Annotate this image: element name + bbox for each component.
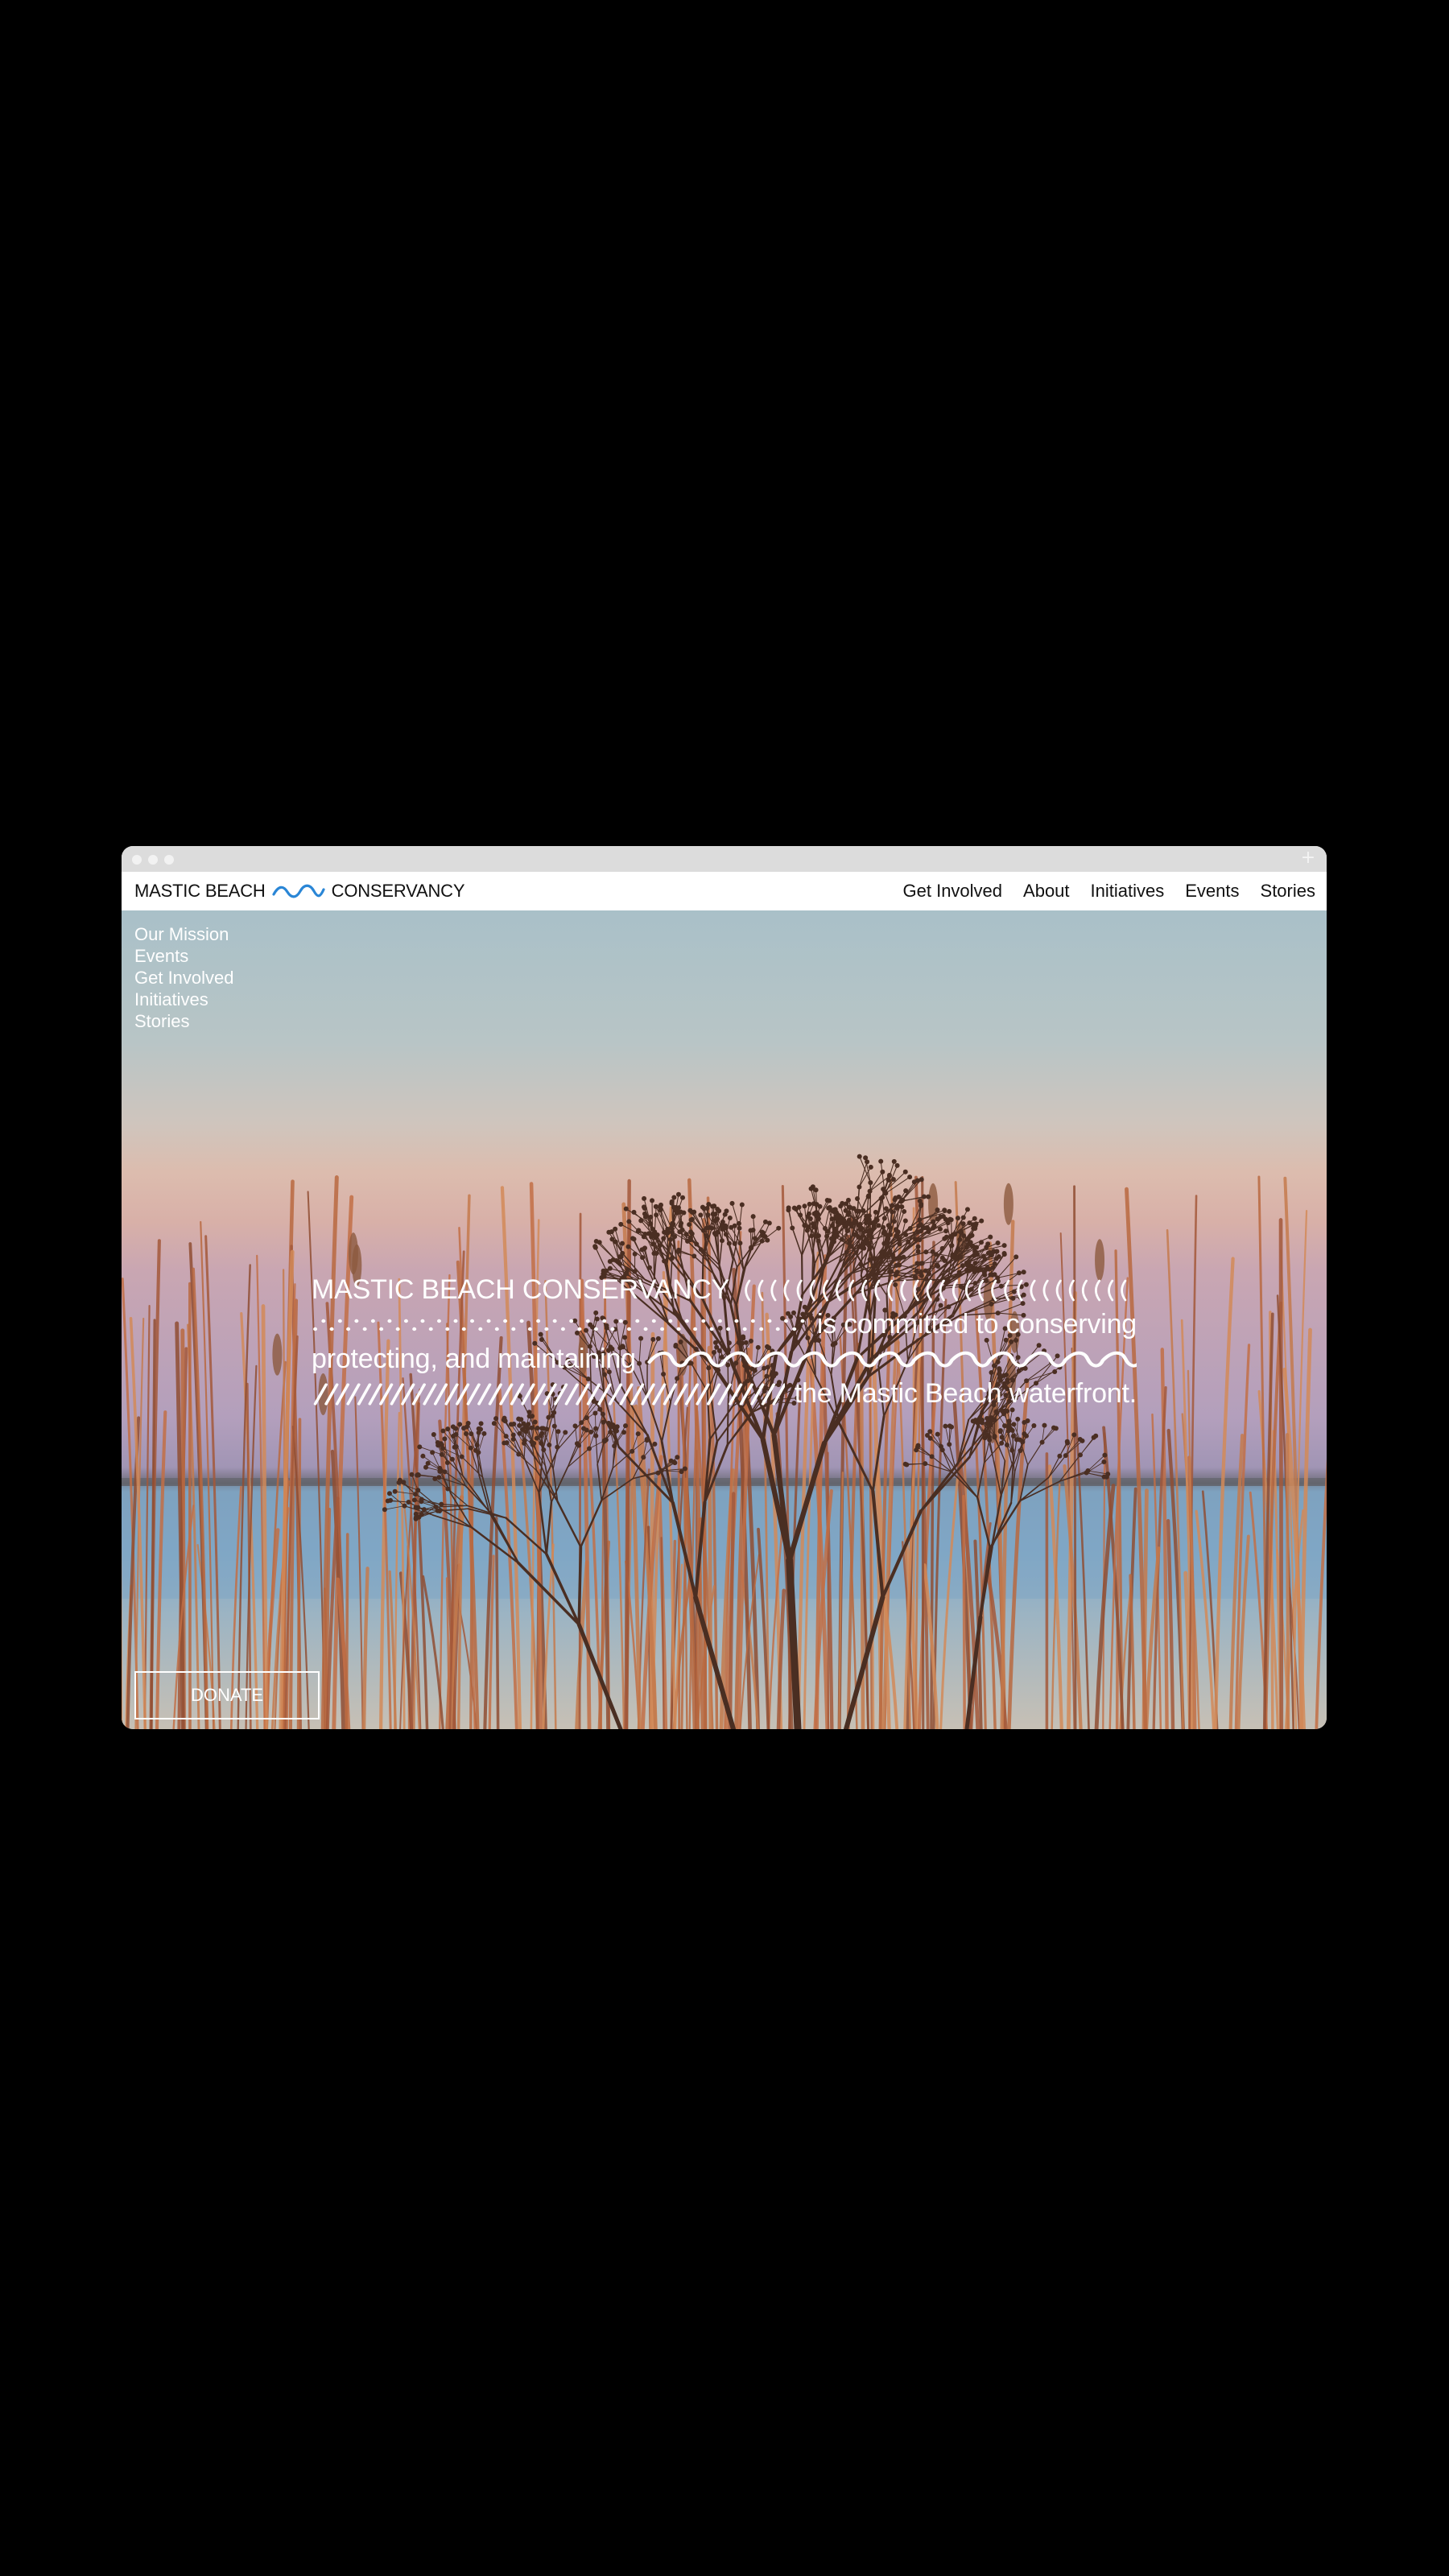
nav-item-stories[interactable]: Stories [1261, 881, 1315, 902]
hero-section: Our Mission Events Get Involved Initiati… [122, 910, 1327, 1729]
brackets-pattern-icon [745, 1279, 1127, 1301]
window-minimize-dot[interactable] [148, 855, 158, 865]
nav-item-initiatives[interactable]: Initiatives [1091, 881, 1165, 902]
dots-pattern-icon [313, 1319, 805, 1331]
donate-button[interactable]: DONATE [134, 1671, 320, 1719]
statement-text-4: the Mastic Beach waterfront. [794, 1378, 1137, 1409]
window-zoom-dot[interactable] [164, 855, 174, 865]
side-menu-get-involved[interactable]: Get Involved [134, 967, 234, 989]
statement-line-4: the Mastic Beach waterfront. [312, 1377, 1137, 1411]
browser-window: + MASTIC BEACH CONSERVANCY Get Involved … [122, 846, 1327, 1729]
window-close-dot[interactable] [132, 855, 142, 865]
site-logo[interactable]: MASTIC BEACH CONSERVANCY [134, 872, 465, 910]
browser-chrome: + [122, 846, 1327, 872]
main-nav: Get Involved About Initiatives Events St… [903, 872, 1315, 910]
statement-text-3: protecting, and maintaining [312, 1344, 636, 1374]
side-menu: Our Mission Events Get Involved Initiati… [134, 923, 234, 1032]
logo-text-left: MASTIC BEACH [134, 881, 266, 901]
statement-line-1: MASTIC BEACH CONSERVANCY [312, 1273, 1137, 1307]
nav-item-get-involved[interactable]: Get Involved [903, 881, 1003, 902]
side-menu-our-mission[interactable]: Our Mission [134, 923, 234, 945]
site-header: MASTIC BEACH CONSERVANCY Get Involved Ab… [122, 872, 1327, 910]
nav-item-events[interactable]: Events [1185, 881, 1239, 902]
nav-item-about[interactable]: About [1023, 881, 1070, 902]
slashes-pattern-icon [313, 1382, 785, 1406]
statement-line-2: is committed to conserving [312, 1307, 1137, 1342]
side-menu-stories[interactable]: Stories [134, 1010, 234, 1032]
statement-text-1: MASTIC BEACH CONSERVANCY [312, 1274, 730, 1305]
mission-statement: MASTIC BEACH CONSERVANCY is committed to… [312, 1273, 1137, 1411]
page: + MASTIC BEACH CONSERVANCY Get Involved … [0, 0, 1449, 2576]
waves-pattern-icon [647, 1351, 1137, 1367]
statement-text-2: is committed to conserving [816, 1309, 1137, 1340]
statement-line-3: protecting, and maintaining [312, 1342, 1137, 1377]
logo-text-right: CONSERVANCY [331, 881, 465, 901]
side-menu-events[interactable]: Events [134, 945, 234, 967]
plus-icon[interactable]: + [1299, 849, 1317, 867]
side-menu-initiatives[interactable]: Initiatives [134, 989, 234, 1010]
wave-logo-icon [272, 884, 325, 898]
